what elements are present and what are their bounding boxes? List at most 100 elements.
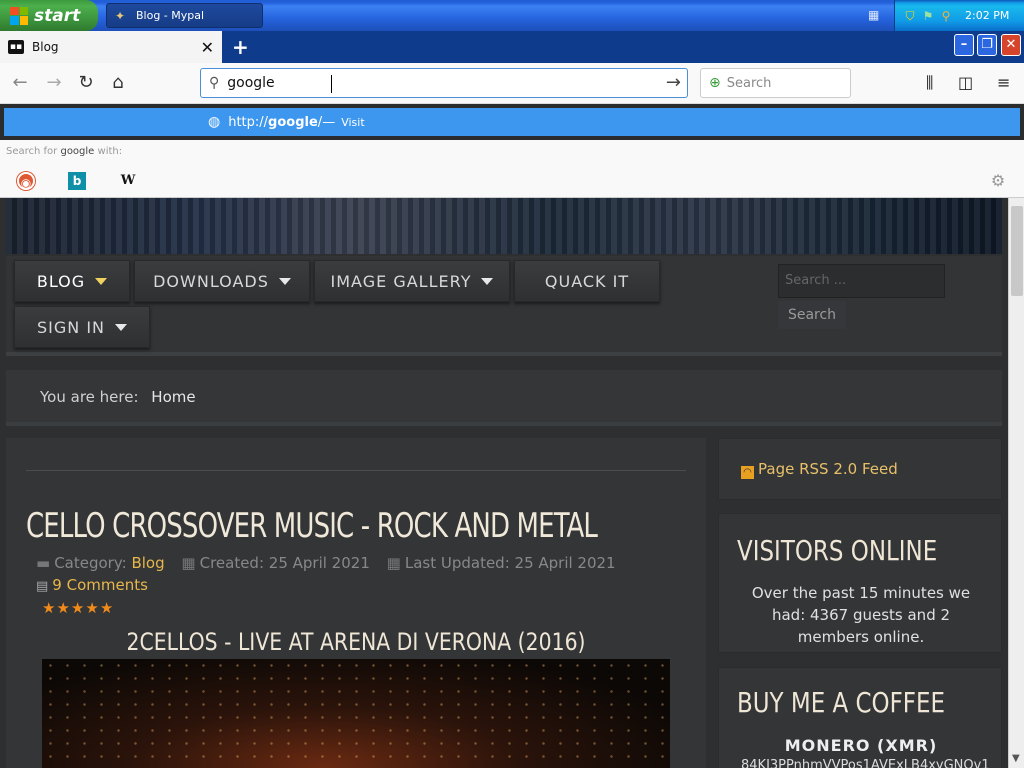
star-icon[interactable]: ★: [85, 599, 99, 617]
menu-item-image-gallery[interactable]: IMAGE GALLERY: [314, 260, 510, 302]
menu-item-blog[interactable]: BLOG: [14, 260, 130, 302]
browser-search-box[interactable]: ⊕ Search: [700, 68, 851, 98]
comment-icon: ▤: [36, 579, 49, 594]
page-scrollbar[interactable]: ▼: [1008, 198, 1024, 768]
search-icon: ⚲: [209, 75, 220, 91]
site-search-input[interactable]: Search ...: [778, 264, 945, 298]
url-suggestion-row[interactable]: ◍ http://google / — Visit: [4, 108, 1020, 136]
star-icon[interactable]: ★: [42, 599, 56, 617]
duckduckgo-icon[interactable]: ◉: [17, 172, 35, 190]
menu-label: QUACK IT: [544, 271, 630, 291]
taskbar-item-browser[interactable]: ✦ Blog - Mypal: [106, 3, 263, 28]
url-input[interactable]: google: [227, 75, 274, 91]
close-tab-icon[interactable]: ✕: [201, 38, 214, 57]
scroll-down-arrow-icon[interactable]: ▼: [1012, 753, 1020, 764]
breadcrumb-home-link[interactable]: Home: [151, 388, 195, 406]
globe-icon: ◍: [208, 114, 221, 130]
library-icon[interactable]: ⫼: [926, 73, 933, 93]
minimize-button[interactable]: –: [954, 34, 974, 56]
comments-link[interactable]: ▤ 9 Comments: [36, 576, 148, 594]
wikipedia-icon[interactable]: W: [119, 172, 137, 190]
monero-label: MONERO (XMR): [784, 736, 938, 755]
go-arrow-icon[interactable]: →: [666, 72, 681, 93]
maximize-button[interactable]: ❐: [977, 34, 997, 56]
star-icon[interactable]: ★: [56, 599, 70, 617]
menu-item-downloads[interactable]: DOWNLOADS: [134, 260, 310, 302]
search-with-label: Search for google with:: [0, 140, 1024, 164]
mypal-icon: ✦: [115, 8, 126, 23]
browser-search-placeholder: Search: [726, 75, 772, 91]
site-search-button[interactable]: Search: [778, 301, 846, 329]
search-with-prefix: Search for: [6, 146, 61, 157]
key-icon[interactable]: ⚲: [939, 9, 953, 23]
menu-label: DOWNLOADS: [153, 271, 269, 291]
comments-count: 9 Comments: [52, 576, 148, 594]
suggestion-dash: —: [322, 114, 336, 130]
buy-me-coffee-box: BUY ME A COFFEE MONERO (XMR) 84KJ3PPnhmV…: [718, 667, 1002, 768]
text-cursor: [331, 75, 337, 93]
caret-down-icon: [481, 277, 494, 285]
favicon-icon: ▪▪: [8, 40, 24, 54]
tab-blog[interactable]: ▪▪ Blog ✕: [0, 31, 222, 63]
coffee-title: BUY ME A COFFEE: [737, 686, 946, 719]
reload-button[interactable]: ↻: [74, 72, 98, 96]
menu-item-quack-it[interactable]: QUACK IT: [514, 260, 660, 302]
home-button[interactable]: ⌂: [106, 72, 130, 96]
site-banner-image: [6, 198, 1002, 254]
divider: [26, 470, 686, 471]
tab-title: Blog: [32, 40, 59, 54]
menu-item-sign-in[interactable]: SIGN IN: [14, 306, 150, 348]
shield-icon[interactable]: ⛉: [903, 9, 917, 23]
star-rating[interactable]: ★★★★★: [42, 599, 114, 617]
web-page: BLOG DOWNLOADS IMAGE GALLERY QUACK IT SI…: [0, 198, 1008, 768]
caret-down-icon: [278, 277, 291, 285]
category-label: Category:: [54, 554, 127, 572]
article-meta: ▬ Category: Blog ▦ Created: 25 April 2021 …: [36, 554, 616, 572]
caret-down-icon: [115, 323, 127, 331]
sidebar-icon[interactable]: ◫: [958, 73, 973, 92]
menu-label: BLOG: [36, 271, 86, 291]
keyboard-icon[interactable]: ▦: [868, 8, 884, 22]
search-engine-icon: ⊕: [709, 75, 721, 91]
star-icon[interactable]: ★: [100, 599, 114, 617]
clock: 2:02 PM: [965, 9, 1010, 22]
video-title: 2CELLOS - LIVE AT ARENA DI VERONA (2016): [126, 628, 586, 656]
caret-down-icon: [95, 277, 108, 285]
category-link[interactable]: Blog: [131, 554, 164, 572]
tab-strip: ▪▪ Blog ✕ + – ❐ ✕: [0, 31, 1024, 63]
rss-link[interactable]: Page RSS 2.0 Feed: [758, 460, 898, 478]
menu-label: SIGN IN: [36, 317, 105, 337]
visitors-online-box: VISITORS ONLINE Over the past 15 minutes…: [718, 513, 1002, 653]
breadcrumb: You are here: Home: [6, 370, 1002, 426]
updated-date: Last Updated: 25 April 2021: [404, 554, 616, 572]
calendar-icon: ▦: [386, 554, 401, 572]
folder-icon: ▬: [36, 554, 51, 572]
gear-icon[interactable]: ⚙: [989, 172, 1007, 190]
star-icon[interactable]: ★: [71, 599, 85, 617]
search-with-suffix: with:: [94, 146, 123, 157]
menu-label: IMAGE GALLERY: [330, 271, 472, 291]
bing-icon[interactable]: b: [68, 172, 86, 190]
new-tab-button[interactable]: +: [232, 35, 249, 59]
url-bar[interactable]: ⚲ google →: [200, 68, 688, 98]
article: CELLO CROSSOVER MUSIC - ROCK AND METAL ▬…: [6, 438, 706, 768]
forward-button[interactable]: →: [42, 72, 66, 96]
close-window-button[interactable]: ✕: [1001, 34, 1021, 56]
navigation-toolbar: ← → ↻ ⌂ ⚲ google → ⊕ Search ⫼ ◫ ≡: [0, 63, 1024, 104]
rss-icon: ◠: [741, 466, 754, 479]
visitors-title: VISITORS ONLINE: [737, 534, 938, 567]
system-tray: ⛉ ⚑ ⚲ 2:02 PM: [894, 0, 1024, 31]
visitors-text: Over the past 15 minutes we had: 4367 gu…: [751, 584, 971, 646]
start-button[interactable]: start: [0, 0, 98, 31]
suggestion-visit: Visit: [341, 115, 365, 129]
video-player[interactable]: [42, 659, 670, 768]
network-icon[interactable]: ⚑: [921, 9, 935, 23]
breadcrumb-label: You are here:: [40, 388, 139, 406]
scrollbar-thumb[interactable]: [1011, 206, 1023, 296]
created-date: Created: 25 April 2021: [199, 554, 370, 572]
monero-address[interactable]: 84KJ3PPnhmVVPos1AVExLB4xyGNQv1: [741, 758, 990, 768]
back-button[interactable]: ←: [8, 72, 32, 96]
menu-icon[interactable]: ≡: [997, 73, 1010, 92]
rss-feed-box: ◠ Page RSS 2.0 Feed: [718, 438, 1002, 500]
article-title[interactable]: CELLO CROSSOVER MUSIC - ROCK AND METAL: [26, 506, 598, 546]
